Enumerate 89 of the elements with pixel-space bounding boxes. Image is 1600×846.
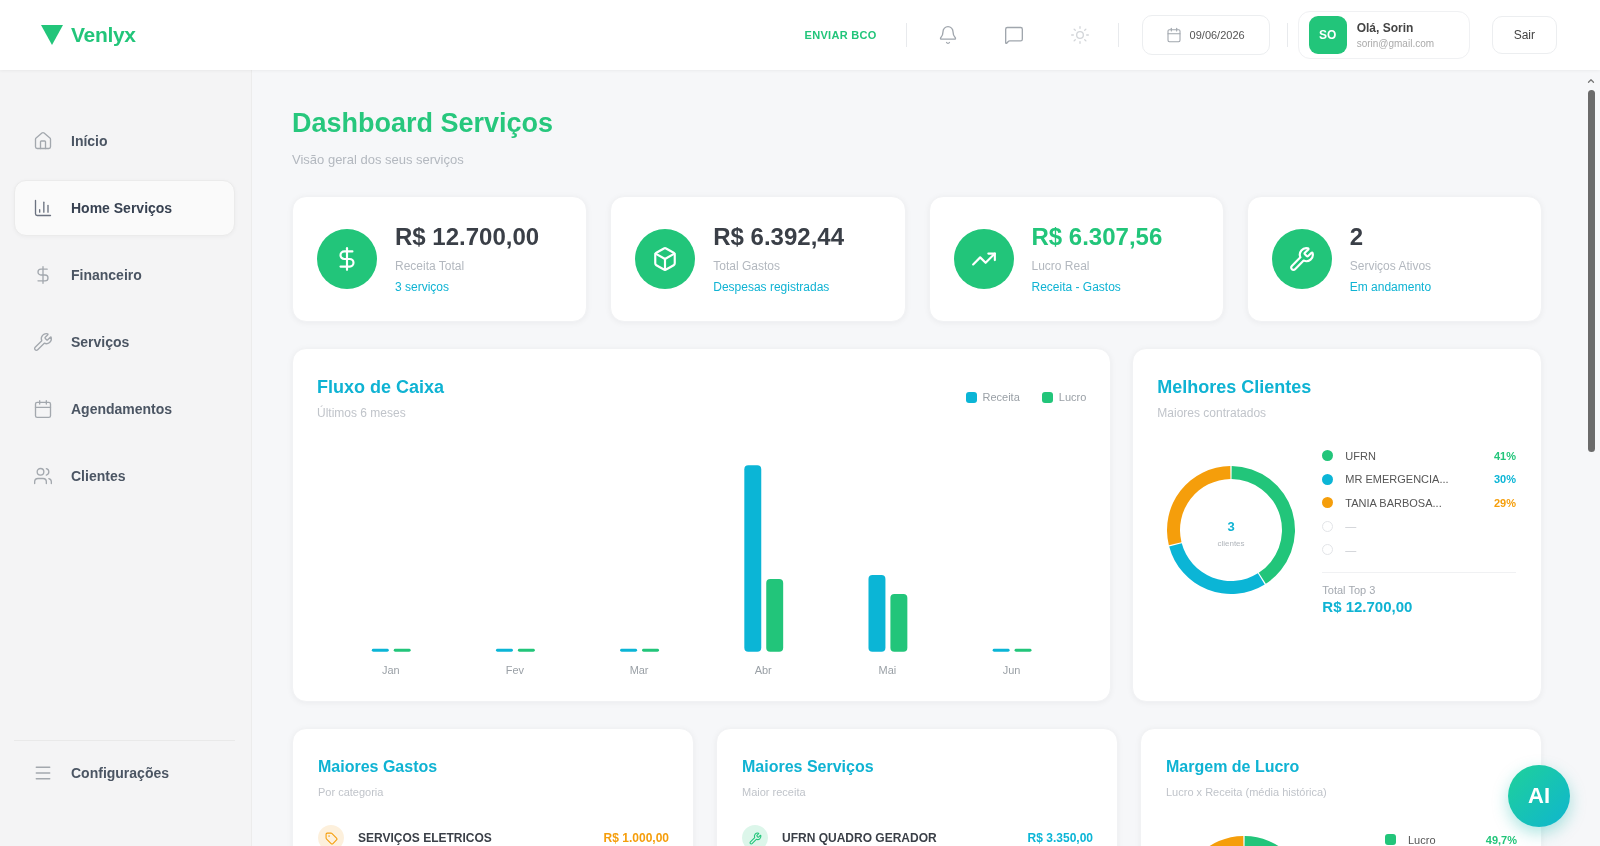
- user-avatar: SO: [1308, 16, 1347, 54]
- row-amount: R$ 1.000,00: [603, 831, 669, 845]
- user-card[interactable]: SO Olá, Sorin sorin@gmail.com: [1297, 11, 1470, 59]
- donut-center-value: 3: [1227, 519, 1235, 534]
- card-subtitle: Últimos 6 meses: [317, 405, 407, 421]
- donut-center-label: clientes: [1217, 539, 1245, 548]
- chart-bar: [992, 648, 1010, 652]
- card-title: Maiores Serviços: [742, 757, 875, 777]
- month-label: Jun: [1002, 663, 1021, 676]
- legend-label: Receita: [982, 391, 1020, 403]
- users-icon: [33, 466, 53, 486]
- stat-value: R$ 6.307,56: [1031, 223, 1163, 251]
- chat-icon[interactable]: [1003, 25, 1024, 45]
- bell-icon[interactable]: [937, 25, 958, 45]
- client-percent: 30%: [1493, 473, 1516, 486]
- month-label: Mai: [878, 663, 897, 676]
- legend-value: 49,7%: [1485, 833, 1517, 846]
- bar-chart-icon: [33, 198, 53, 218]
- month-label: Jan: [381, 663, 400, 676]
- user-name: Olá, Sorin: [1356, 21, 1415, 35]
- client-name: TANIA BARBOSA...: [1345, 496, 1443, 509]
- logout-button[interactable]: Sair: [1491, 16, 1557, 54]
- sidebar-item[interactable]: Home Serviços: [14, 180, 235, 236]
- dollar-sign-icon: [317, 229, 377, 289]
- user-email: sorin@gmail.com: [1356, 38, 1435, 49]
- calendar-icon: [33, 399, 53, 419]
- stat-note: 3 serviços: [395, 279, 451, 295]
- card-title: Margem de Lucro: [1166, 757, 1301, 777]
- page-title: Dashboard Serviços: [292, 107, 555, 140]
- chart-bar: [517, 648, 535, 652]
- client-percent: 29%: [1493, 496, 1516, 509]
- chart-bar: [371, 648, 389, 652]
- card-subtitle: Por categoria: [318, 785, 385, 799]
- date-button[interactable]: 09/06/2026: [1141, 15, 1270, 55]
- sidebar-item[interactable]: Financeiro: [14, 247, 235, 303]
- chart-bar: [496, 648, 513, 652]
- scroll-up-icon[interactable]: [1586, 76, 1596, 86]
- row-amount: R$ 3.350,00: [1027, 831, 1093, 845]
- row-name: UFRN QUADRO GERADOR: [782, 831, 938, 845]
- wrench-icon: [742, 825, 768, 846]
- chart-bar: [642, 648, 659, 652]
- sidebar-item[interactable]: Agendamentos: [14, 381, 235, 437]
- card-title: Melhores Clientes: [1157, 376, 1313, 399]
- legend-label: Lucro: [1058, 391, 1087, 403]
- menu-icon: [33, 763, 53, 783]
- month-label: Abr: [754, 663, 772, 676]
- stat-note: Em andamento: [1349, 279, 1432, 295]
- card-title: Maiores Gastos: [318, 757, 439, 777]
- client-name: —: [1345, 520, 1358, 533]
- stat-value: R$ 12.700,00: [395, 223, 540, 251]
- chart-bar: [393, 648, 411, 652]
- row-name: SERVIÇOS ELETRICOS: [358, 831, 493, 845]
- total-label: Total Top 3: [1322, 582, 1377, 597]
- chart-bar: [890, 593, 908, 652]
- calendar-icon: [1165, 27, 1182, 43]
- card-subtitle: Lucro x Receita (média histórica): [1166, 785, 1328, 799]
- legend-label: Lucro: [1408, 833, 1437, 846]
- chart-bar: [620, 648, 638, 652]
- sidebar-item[interactable]: Início: [14, 113, 235, 169]
- sidebar-item[interactable]: Serviços: [14, 314, 235, 370]
- client-name: UFRN: [1345, 449, 1377, 462]
- stat-note: Receita - Gastos: [1031, 279, 1122, 295]
- stat-label: Total Gastos: [713, 258, 781, 274]
- client-percent: 41%: [1493, 449, 1516, 462]
- stat-value: 2: [1349, 223, 1365, 251]
- total-value: R$ 12.700,00: [1322, 596, 1414, 617]
- page-subtitle: Visão geral dos seus serviços: [292, 152, 465, 168]
- card-subtitle: Maior receita: [742, 785, 807, 799]
- stat-label: Lucro Real: [1031, 258, 1091, 274]
- stat-label: Receita Total: [395, 258, 466, 274]
- month-label: Mar: [629, 663, 649, 676]
- sidebar-item[interactable]: Configurações: [14, 745, 235, 801]
- sun-icon[interactable]: [1069, 25, 1090, 45]
- card-subtitle: Maiores contratados: [1157, 405, 1268, 421]
- house-icon: [33, 131, 53, 151]
- card-title: Fluxo de Caixa: [317, 376, 445, 399]
- sidebar-item[interactable]: Clientes: [14, 448, 235, 504]
- month-label: Fev: [505, 663, 525, 676]
- stat-note: Despesas registradas: [713, 279, 831, 295]
- chart-bar: [1014, 648, 1032, 652]
- wrench-icon: [33, 332, 53, 352]
- stat-label: Serviços Ativos: [1349, 258, 1432, 274]
- stat-value: R$ 6.392,44: [713, 223, 845, 251]
- brand-name: Venlyx: [71, 23, 136, 47]
- client-name: MR EMERGENCIA...: [1345, 473, 1450, 486]
- logo-icon: [41, 25, 63, 45]
- client-name: —: [1345, 543, 1358, 556]
- scrollbar-thumb[interactable]: [1587, 90, 1595, 452]
- tag-icon: [318, 825, 344, 846]
